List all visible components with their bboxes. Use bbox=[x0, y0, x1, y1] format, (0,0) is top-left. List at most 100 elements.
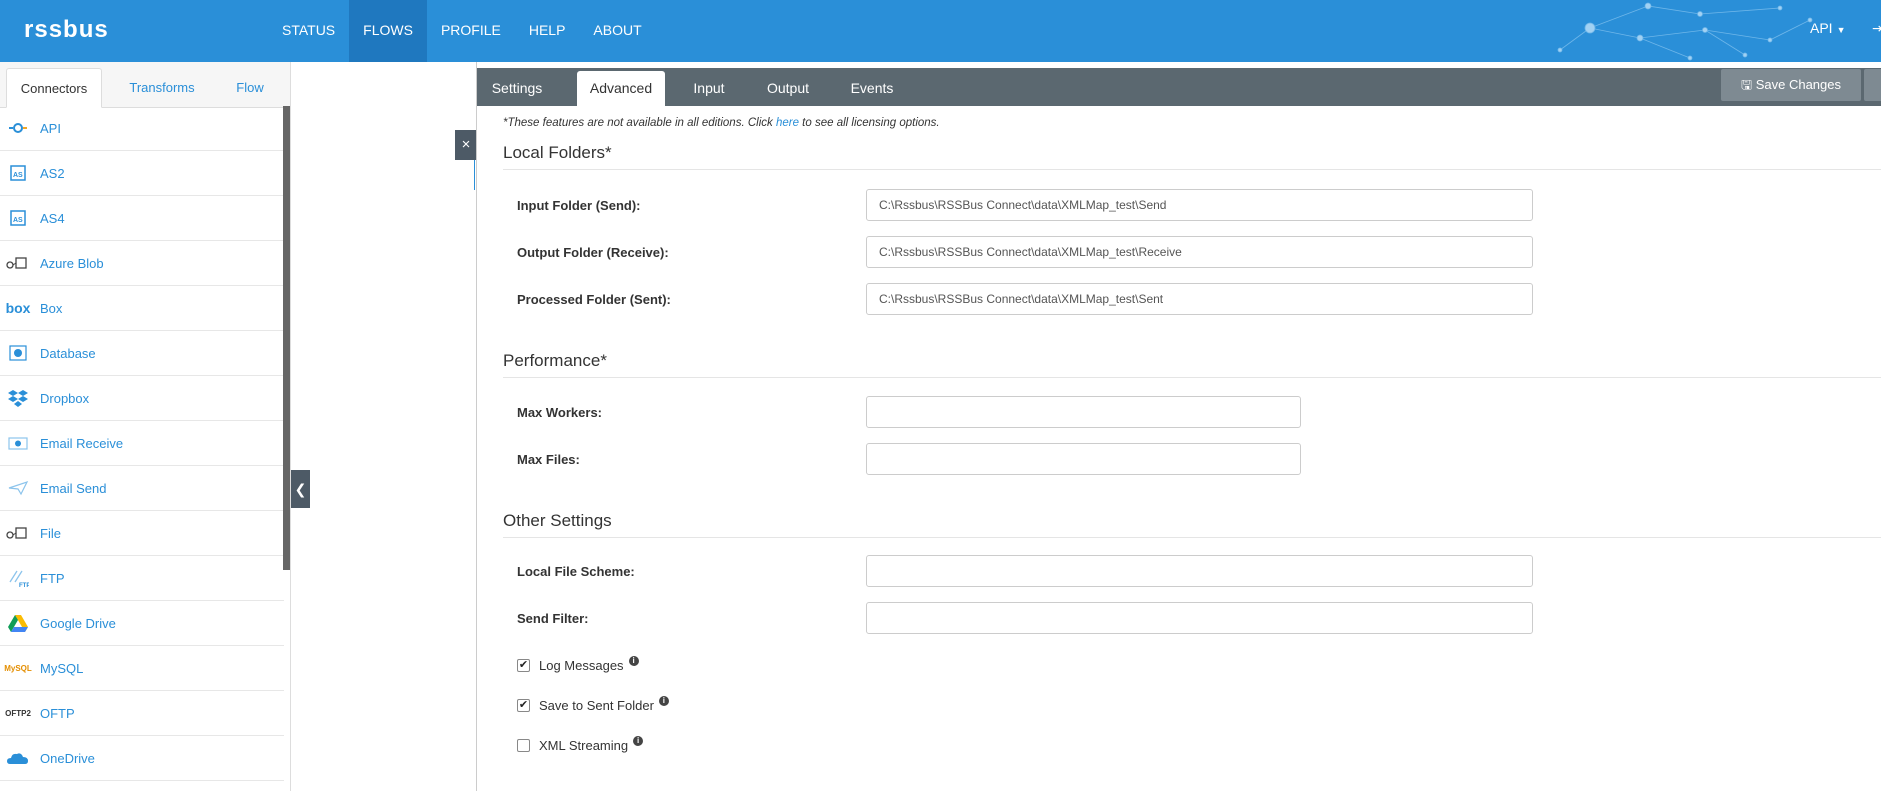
info-icon[interactable]: i bbox=[658, 695, 669, 706]
local-file-scheme-label: Local File Scheme: bbox=[517, 564, 635, 579]
info-icon[interactable]: i bbox=[633, 735, 644, 746]
licensing-notice: *These features are not available in all… bbox=[503, 117, 940, 129]
connector-google-drive[interactable]: Google Drive bbox=[0, 601, 284, 646]
section-divider bbox=[503, 537, 1881, 538]
as4-icon: AS bbox=[6, 207, 30, 229]
checkbox-label: Save to Sent Folder bbox=[539, 698, 654, 713]
database-icon bbox=[6, 342, 30, 364]
api-menu[interactable]: API ▼ bbox=[1810, 20, 1846, 36]
email-receive-icon bbox=[6, 432, 30, 454]
connector-box[interactable]: box Box bbox=[0, 286, 284, 331]
azure-blob-icon bbox=[6, 252, 30, 274]
connector-label: OFTP bbox=[40, 705, 75, 721]
nav-status[interactable]: STATUS bbox=[268, 0, 349, 62]
box-icon: box bbox=[5, 300, 31, 316]
collapse-panel-button[interactable]: ❮ bbox=[291, 470, 310, 508]
connector-onedrive[interactable]: OneDrive bbox=[0, 736, 284, 781]
connector-label: OneDrive bbox=[40, 750, 95, 766]
api-icon bbox=[6, 117, 30, 139]
connector-oftp[interactable]: OFTP2 OFTP bbox=[0, 691, 284, 736]
settings-tabbar: Settings Advanced Input Output Events bbox=[477, 68, 1881, 106]
tab-transforms[interactable]: Transforms bbox=[112, 68, 212, 108]
nav-about[interactable]: ABOUT bbox=[579, 0, 655, 62]
tab-events[interactable]: Events bbox=[839, 71, 905, 106]
section-divider bbox=[503, 169, 1881, 170]
connector-api[interactable]: API bbox=[0, 106, 284, 151]
local-folders-title: Local Folders* bbox=[503, 143, 612, 162]
send-filter-label: Send Filter: bbox=[517, 611, 589, 626]
rssbus-logo[interactable]: rssbus bbox=[24, 16, 109, 44]
floppy-icon: 🖫 bbox=[1741, 77, 1753, 92]
logout-icon[interactable]: ⇥ bbox=[1872, 20, 1881, 37]
input-folder-field[interactable]: C:\Rssbus\RSSBus Connect\data\XMLMap_tes… bbox=[866, 189, 1533, 221]
connector-as2[interactable]: AS AS2 bbox=[0, 151, 284, 196]
svg-text:AS: AS bbox=[13, 172, 23, 179]
save-to-sent-folder-checkbox[interactable]: ✔ bbox=[517, 699, 530, 712]
connector-label: Email Receive bbox=[40, 435, 124, 451]
connector-label: AS4 bbox=[40, 210, 65, 226]
output-folder-label: Output Folder (Receive): bbox=[517, 245, 669, 260]
network-decoration bbox=[1557, 2, 1813, 61]
close-button[interactable]: × bbox=[455, 130, 477, 160]
input-folder-label: Input Folder (Send): bbox=[517, 198, 641, 213]
local-file-scheme-field[interactable] bbox=[866, 555, 1533, 587]
as2-icon: AS bbox=[6, 162, 30, 184]
log-messages-checkbox[interactable]: ✔ bbox=[517, 659, 530, 672]
left-panel-tabs: Connectors Transforms Flow bbox=[0, 62, 290, 108]
tab-settings[interactable]: Settings bbox=[483, 71, 551, 106]
xml-streaming-checkbox[interactable] bbox=[517, 739, 530, 752]
connector-email-send[interactable]: Email Send bbox=[0, 466, 284, 511]
licensing-link[interactable]: here bbox=[776, 117, 799, 129]
svg-text:AS: AS bbox=[13, 217, 23, 224]
connector-label: File bbox=[40, 525, 61, 541]
connector-label: Email Send bbox=[40, 480, 107, 496]
oftp-icon: OFTP2 bbox=[5, 708, 31, 718]
connector-database[interactable]: Database bbox=[0, 331, 284, 376]
more-actions-button[interactable] bbox=[1864, 69, 1881, 101]
max-workers-label: Max Workers: bbox=[517, 405, 603, 420]
tab-input[interactable]: Input bbox=[683, 71, 735, 106]
nav-profile[interactable]: PROFILE bbox=[427, 0, 515, 62]
processed-folder-field[interactable]: C:\Rssbus\RSSBus Connect\data\XMLMap_tes… bbox=[866, 283, 1533, 315]
connector-mysql[interactable]: MySQL MySQL bbox=[0, 646, 284, 691]
tab-connectors[interactable]: Connectors bbox=[6, 68, 102, 108]
nav-flows[interactable]: FLOWS bbox=[349, 0, 427, 62]
connector-label: Database bbox=[40, 345, 96, 361]
checkbox-label: Log Messages bbox=[539, 658, 624, 673]
connector-ftp[interactable]: FTP FTP bbox=[0, 556, 284, 601]
tab-output[interactable]: Output bbox=[755, 71, 821, 106]
connector-email-receive[interactable]: Email Receive bbox=[0, 421, 284, 466]
connector-file[interactable]: File bbox=[0, 511, 284, 556]
nav-help[interactable]: HELP bbox=[515, 0, 580, 62]
chevron-left-icon: ❮ bbox=[294, 481, 307, 497]
save-to-sent-folder-option[interactable]: ✔ Save to Sent Folder i bbox=[517, 695, 669, 713]
email-send-icon bbox=[6, 477, 30, 499]
connector-azure-blob[interactable]: Azure Blob bbox=[0, 241, 284, 286]
connector-label: Box bbox=[40, 300, 63, 316]
main-nav: STATUS FLOWS PROFILE HELP ABOUT bbox=[268, 0, 656, 62]
log-messages-option[interactable]: ✔ Log Messages i bbox=[517, 655, 639, 673]
max-files-field[interactable] bbox=[866, 443, 1301, 475]
max-workers-field[interactable] bbox=[866, 396, 1301, 428]
performance-title: Performance* bbox=[503, 351, 607, 370]
connector-as4[interactable]: AS AS4 bbox=[0, 196, 284, 241]
caret-down-icon: ▼ bbox=[1836, 25, 1846, 35]
ftp-icon: FTP bbox=[6, 567, 30, 589]
info-icon[interactable]: i bbox=[628, 655, 639, 666]
connector-label: Dropbox bbox=[40, 390, 90, 406]
send-filter-field[interactable] bbox=[866, 602, 1533, 634]
other-settings-title: Other Settings bbox=[503, 511, 612, 530]
connector-label: API bbox=[40, 120, 61, 136]
save-changes-button[interactable]: 🖫 Save Changes bbox=[1721, 69, 1861, 101]
tab-advanced[interactable]: Advanced bbox=[577, 71, 665, 106]
settings-panel-border bbox=[476, 62, 477, 791]
checkbox-label: XML Streaming bbox=[539, 738, 629, 753]
connector-label: MySQL bbox=[40, 660, 84, 676]
output-folder-field[interactable]: C:\Rssbus\RSSBus Connect\data\XMLMap_tes… bbox=[866, 236, 1533, 268]
dropbox-icon bbox=[6, 387, 30, 409]
xml-streaming-option[interactable]: XML Streaming i bbox=[517, 735, 644, 753]
connector-dropbox[interactable]: Dropbox bbox=[0, 376, 284, 421]
tab-flow[interactable]: Flow bbox=[215, 68, 285, 108]
svg-text:FTP: FTP bbox=[19, 583, 29, 588]
top-navbar: rssbus STATUS FLOWS PROFILE HELP ABOUT A… bbox=[0, 0, 1881, 62]
